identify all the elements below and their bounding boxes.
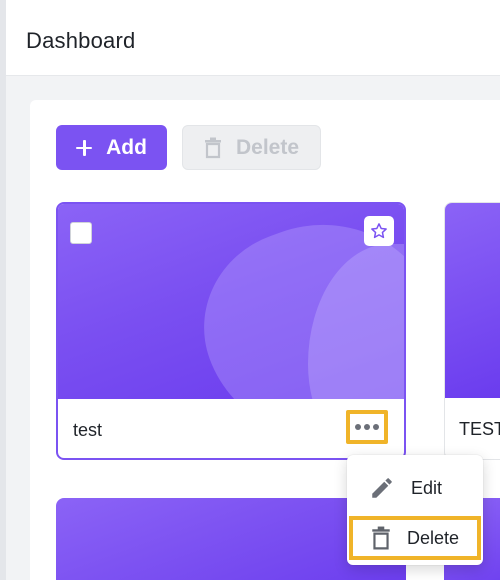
add-button-label: Add — [106, 135, 147, 159]
add-button[interactable]: Add — [56, 125, 167, 170]
page-title: Dashboard — [26, 28, 136, 53]
card-title: test — [73, 420, 103, 440]
trash-icon — [372, 526, 390, 550]
card-thumbnail — [445, 203, 500, 398]
menu-item-label: Delete — [407, 527, 460, 548]
trash-icon — [204, 137, 221, 158]
card-title: TEST — [459, 419, 500, 439]
menu-item-label: Edit — [411, 477, 443, 498]
more-icon-dot — [373, 424, 379, 430]
menu-item-edit[interactable]: Edit — [347, 465, 483, 511]
dashboard-card[interactable]: TEST — [444, 202, 500, 460]
star-outline-icon — [371, 223, 387, 239]
more-horizontal-icon — [355, 424, 361, 430]
more-icon-dot — [364, 424, 370, 430]
header: Dashboard — [6, 0, 500, 76]
delete-button-label: Delete — [235, 135, 300, 159]
dashboard-card[interactable]: test — [56, 202, 406, 460]
menu-item-delete[interactable]: Delete — [349, 516, 481, 560]
card-thumbnail — [58, 204, 404, 399]
card-context-menu: Edit Delete — [347, 455, 483, 565]
more-options-button[interactable] — [346, 410, 388, 444]
pencil-icon — [372, 478, 392, 498]
plus-icon — [76, 139, 93, 156]
favorite-button[interactable] — [364, 216, 394, 246]
card-select-checkbox[interactable] — [70, 222, 92, 244]
delete-button[interactable]: Delete — [182, 125, 321, 170]
